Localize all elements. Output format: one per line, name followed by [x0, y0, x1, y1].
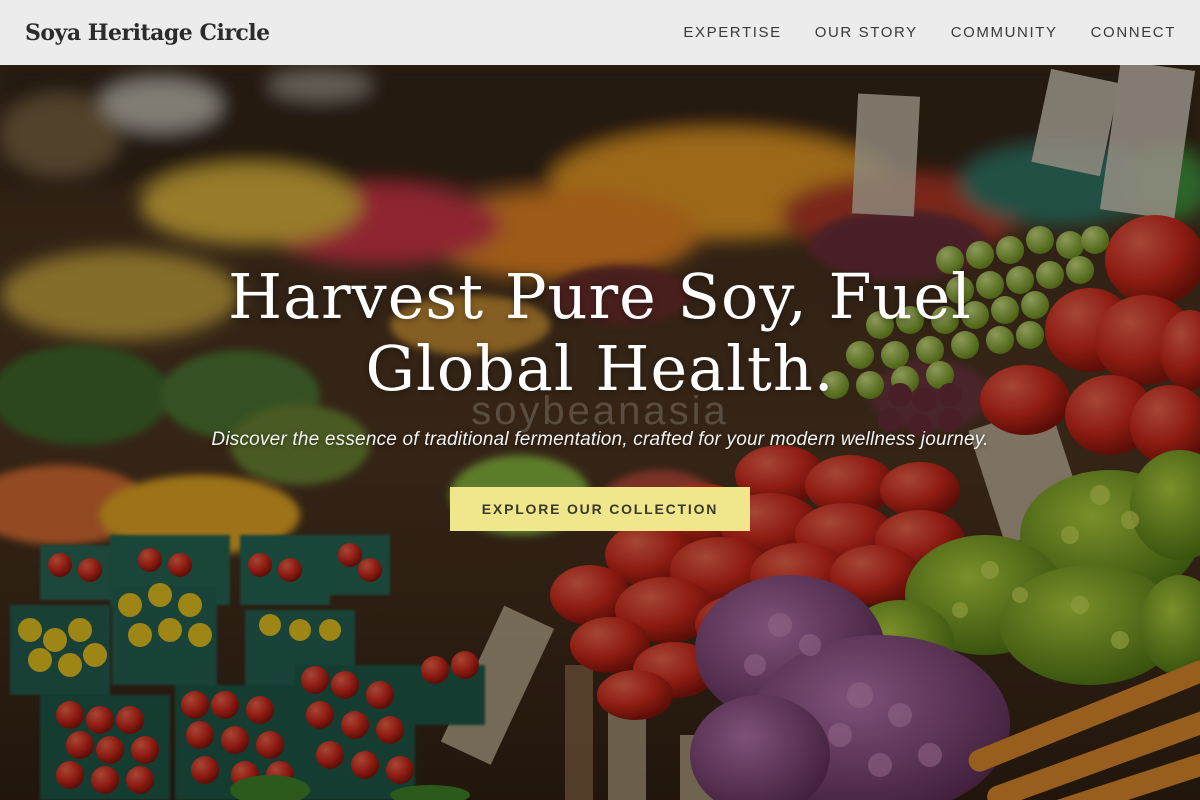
main-nav: EXPERTISE OUR STORY COMMUNITY CONNECT — [683, 24, 1176, 41]
nav-community[interactable]: COMMUNITY — [951, 24, 1058, 41]
watermark-text: soybeanasia — [471, 389, 729, 433]
hero-section: soybeanasia Harvest Pure Soy, Fuel Globa… — [0, 65, 1200, 800]
nav-expertise[interactable]: EXPERTISE — [683, 24, 781, 41]
nav-our-story[interactable]: OUR STORY — [815, 24, 918, 41]
hero-title-line-1: Harvest Pure Soy, Fuel — [228, 260, 972, 333]
nav-connect[interactable]: CONNECT — [1091, 24, 1176, 41]
site-header: Soya Heritage Circle EXPERTISE OUR STORY… — [0, 0, 1200, 65]
brand-logo[interactable]: Soya Heritage Circle — [25, 20, 270, 46]
hero-title: Harvest Pure Soy, Fuel Global Health. — [170, 261, 1030, 405]
hero-content: soybeanasia Harvest Pure Soy, Fuel Globa… — [0, 261, 1200, 531]
explore-collection-button[interactable]: EXPLORE OUR COLLECTION — [449, 487, 751, 531]
